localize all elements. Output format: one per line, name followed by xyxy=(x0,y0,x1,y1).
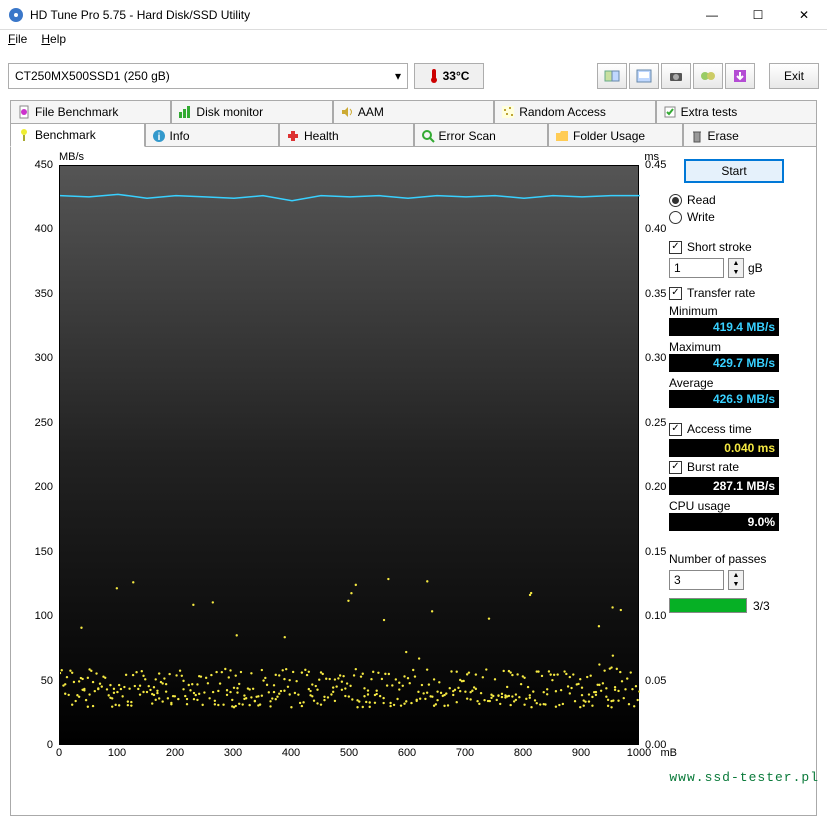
passes-progress xyxy=(669,598,747,613)
benchmark-panel: MB/s ms 050100150200250300350400450 0.00… xyxy=(10,146,817,816)
passes-text: 3/3 xyxy=(753,599,770,613)
drive-dropdown[interactable]: CT250MX500SSD1 (250 gB) ▾ xyxy=(8,63,408,89)
tab-benchmark[interactable]: Benchmark xyxy=(10,123,145,147)
chevron-down-icon: ▾ xyxy=(395,69,401,83)
maximum-value: 429.7 MB/s xyxy=(669,354,779,372)
thermometer-icon xyxy=(429,68,439,84)
passes-stepper[interactable]: ▲▼ xyxy=(728,570,744,590)
cpu-value: 9.0% xyxy=(669,513,779,531)
random-access-icon xyxy=(501,105,515,119)
short-stroke-stepper[interactable]: ▲▼ xyxy=(728,258,744,278)
app-icon xyxy=(8,7,24,23)
read-radio[interactable]: Read xyxy=(669,193,799,207)
tab-random-access[interactable]: Random Access xyxy=(494,100,655,123)
x-axis: 01002003004005006007008009001000 xyxy=(59,747,639,767)
options-button[interactable] xyxy=(693,63,723,89)
extra-tests-icon xyxy=(663,105,677,119)
tab-aam[interactable]: AAM xyxy=(333,100,494,123)
side-panel: Start Read Write Short stroke ▲▼ gB Tran… xyxy=(669,155,799,807)
svg-text:i: i xyxy=(157,132,160,143)
write-radio[interactable]: Write xyxy=(669,210,799,224)
maximum-label: Maximum xyxy=(669,340,799,354)
cpu-label: CPU usage xyxy=(669,499,799,513)
screenshot-button[interactable] xyxy=(661,63,691,89)
tab-erase[interactable]: Erase xyxy=(683,123,818,147)
drive-selected: CT250MX500SSD1 (250 gB) xyxy=(15,69,170,83)
minimize-button[interactable]: — xyxy=(689,0,735,30)
exit-button[interactable]: Exit xyxy=(769,63,819,89)
temperature-value: 33°C xyxy=(443,69,470,83)
menu-file[interactable]: File xyxy=(8,32,27,50)
temperature-display: 33°C xyxy=(414,63,484,89)
tab-error-scan[interactable]: Error Scan xyxy=(414,123,549,147)
minimum-label: Minimum xyxy=(669,304,799,318)
average-value: 426.9 MB/s xyxy=(669,390,779,408)
watermark: www.ssd-tester.pl xyxy=(669,770,819,785)
y-left-axis: 050100150200250300350400450 xyxy=(19,160,57,750)
save-button[interactable] xyxy=(725,63,755,89)
minimum-value: 419.4 MB/s xyxy=(669,318,779,336)
disk-monitor-icon xyxy=(178,105,192,119)
short-stroke-checkbox[interactable]: Short stroke xyxy=(669,240,799,254)
folder-icon xyxy=(555,129,569,143)
burst-rate-checkbox[interactable]: Burst rate xyxy=(669,460,799,474)
tabs-row-1: File Benchmark Disk monitor AAM Random A… xyxy=(10,100,817,123)
aam-icon xyxy=(340,105,354,119)
file-benchmark-icon xyxy=(17,105,31,119)
menu-help[interactable]: Help xyxy=(41,32,66,50)
maximize-button[interactable]: ☐ xyxy=(735,0,781,30)
tabs-row-2: Benchmark iInfo Health Error Scan Folder… xyxy=(10,123,817,147)
health-icon xyxy=(286,129,300,143)
y-right-axis: 0.000.050.100.150.200.250.300.350.400.45 xyxy=(641,160,677,750)
info-icon: i xyxy=(152,129,166,143)
erase-icon xyxy=(690,129,704,143)
transfer-rate-checkbox[interactable]: Transfer rate xyxy=(669,286,799,300)
window-title: HD Tune Pro 5.75 - Hard Disk/SSD Utility xyxy=(30,8,689,22)
tab-folder-usage[interactable]: Folder Usage xyxy=(548,123,683,147)
short-stroke-unit: gB xyxy=(748,261,763,275)
benchmark-chart: MB/s ms 050100150200250300350400450 0.00… xyxy=(19,155,679,807)
toolbar: CT250MX500SSD1 (250 gB) ▾ 33°C Exit xyxy=(8,56,819,96)
window-titlebar: HD Tune Pro 5.75 - Hard Disk/SSD Utility… xyxy=(0,0,827,30)
tab-disk-monitor[interactable]: Disk monitor xyxy=(171,100,332,123)
copy-screenshot-button[interactable] xyxy=(629,63,659,89)
access-value: 0.040 ms xyxy=(669,439,779,457)
tab-extra-tests[interactable]: Extra tests xyxy=(656,100,817,123)
tab-health[interactable]: Health xyxy=(279,123,414,147)
burst-value: 287.1 MB/s xyxy=(669,477,779,495)
y-left-unit: MB/s xyxy=(59,151,84,163)
average-label: Average xyxy=(669,376,799,390)
access-time-checkbox[interactable]: Access time xyxy=(669,422,799,436)
close-button[interactable]: ✕ xyxy=(781,0,827,30)
chart-canvas xyxy=(59,165,639,745)
error-scan-icon xyxy=(421,129,435,143)
passes-label: Number of passes xyxy=(669,552,799,566)
menubar: File Help xyxy=(0,30,827,52)
x-unit: mB xyxy=(661,747,678,759)
copy-info-button[interactable] xyxy=(597,63,627,89)
start-button[interactable]: Start xyxy=(684,159,784,183)
benchmark-icon xyxy=(17,128,31,142)
chart-svg xyxy=(60,166,640,746)
tab-file-benchmark[interactable]: File Benchmark xyxy=(10,100,171,123)
tab-info[interactable]: iInfo xyxy=(145,123,280,147)
